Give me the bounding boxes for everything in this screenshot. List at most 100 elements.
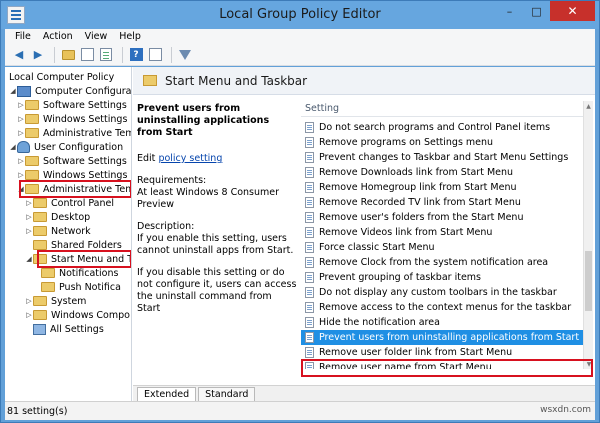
tree-item-desktop[interactable]: ▷ Desktop (25, 210, 90, 224)
menu-file[interactable]: File (9, 31, 37, 42)
folder-icon (33, 296, 47, 306)
collapse-icon[interactable]: ◢ (25, 255, 33, 263)
expand-icon[interactable]: ▷ (25, 311, 33, 319)
tree-item-network[interactable]: ▷ Network (25, 224, 91, 238)
forward-icon[interactable]: ▶ (30, 47, 46, 63)
menu-view[interactable]: View (79, 31, 114, 42)
tab-extended[interactable]: Extended (137, 387, 197, 401)
setting-row[interactable]: Remove Recorded TV link from Start Menu (301, 195, 583, 210)
scrollbar-thumb[interactable] (585, 251, 592, 311)
expand-icon[interactable]: ▷ (17, 115, 25, 123)
expand-icon[interactable]: ▷ (25, 213, 33, 221)
minimize-button[interactable]: – (496, 1, 523, 21)
tree-item-label: All Settings (50, 323, 104, 335)
close-button[interactable]: ✕ (550, 1, 595, 21)
menu-help[interactable]: Help (113, 31, 147, 42)
setting-row[interactable]: Remove user's folders from the Start Men… (301, 210, 583, 225)
setting-row[interactable]: Prevent changes to Taskbar and Start Men… (301, 150, 583, 165)
highlight-box (301, 359, 593, 377)
setting-row[interactable]: Remove Clock from the system notificatio… (301, 255, 583, 270)
expand-icon[interactable]: ▷ (17, 157, 25, 165)
tree-item-administrative-templates[interactable]: ▷ Administrative Temp (17, 126, 131, 140)
folder-icon (25, 128, 39, 138)
setting-row[interactable]: Remove user folder link from Start Menu (301, 345, 583, 360)
show-hide-tree-icon[interactable] (79, 47, 95, 63)
tree-item-software-settings[interactable]: ▷ Software Settings (17, 98, 127, 112)
folder-icon (25, 156, 39, 166)
tree-item-control-panel[interactable]: ▷ Control Panel (25, 196, 114, 210)
toolbar-divider (122, 46, 123, 63)
view-tabs: Extended Standard (133, 385, 595, 401)
folder-icon (33, 240, 47, 250)
maximize-button[interactable]: □ (523, 1, 550, 21)
scroll-up-icon[interactable]: ▲ (584, 101, 593, 111)
tree-item-windows-settings[interactable]: ▷ Windows Settings (17, 112, 127, 126)
tree-item-label: Desktop (51, 211, 91, 223)
setting-label: Prevent users from uninstalling applicat… (319, 332, 580, 343)
setting-row[interactable]: Remove Homegroup link from Start Menu (301, 180, 583, 195)
toolbar-divider (54, 46, 55, 63)
setting-row[interactable]: Remove programs on Settings menu (301, 135, 583, 150)
setting-row[interactable]: Do not search programs and Control Panel… (301, 120, 583, 135)
folder-up-icon[interactable] (60, 47, 76, 63)
vertical-scrollbar[interactable]: ▲ ▼ (583, 101, 593, 369)
setting-row[interactable]: Prevent users from uninstalling applicat… (301, 330, 583, 345)
requirements-label: Requirements: (137, 175, 207, 186)
user-icon (17, 141, 30, 153)
tree-item-all-settings[interactable]: All Settings (33, 322, 104, 336)
setting-label: Remove programs on Settings menu (319, 137, 494, 148)
tree-item-push-notifications[interactable]: Push Notifica (41, 280, 121, 294)
column-header-setting[interactable]: Setting (301, 101, 593, 117)
policy-title: Prevent users from uninstalling applicat… (137, 103, 270, 138)
details-header: Start Menu and Taskbar (133, 67, 595, 95)
navigation-tree[interactable]: Local Computer Policy ◢ Computer Configu… (5, 67, 132, 401)
setting-row[interactable]: Hide the notification area (301, 315, 583, 330)
policy-setting-icon (305, 317, 314, 328)
setting-row[interactable]: Remove Downloads link from Start Menu (301, 165, 583, 180)
tree-item-software-settings[interactable]: ▷ Software Settings (17, 154, 127, 168)
details-title: Start Menu and Taskbar (165, 73, 308, 88)
policy-setting-icon (305, 227, 314, 238)
filter-icon[interactable] (177, 47, 193, 63)
setting-row[interactable]: Do not display any custom toolbars in th… (301, 285, 583, 300)
expand-icon[interactable]: ▷ (25, 227, 33, 235)
window-controls: – □ ✕ (496, 1, 595, 21)
tree-item-notifications[interactable]: Notifications (41, 266, 118, 280)
tree-item-local-computer-policy[interactable]: Local Computer Policy (9, 70, 114, 84)
tree-item-computer-configuration[interactable]: ◢ Computer Configuration (9, 84, 131, 98)
expand-icon[interactable]: ▷ (25, 199, 33, 207)
edit-policy-link[interactable]: policy setting (158, 153, 222, 164)
folder-icon (25, 100, 39, 110)
tree-item-windows-components[interactable]: ▷ Windows Compo (25, 308, 130, 322)
menu-bar: File Action View Help (5, 29, 595, 44)
expand-icon[interactable]: ▷ (17, 171, 25, 179)
folder-icon (33, 212, 47, 222)
back-icon[interactable]: ◀ (11, 47, 27, 63)
setting-row[interactable]: Prevent grouping of taskbar items (301, 270, 583, 285)
expand-icon[interactable]: ▷ (25, 297, 33, 305)
tree-item-label: Software Settings (43, 99, 127, 111)
collapse-icon[interactable]: ◢ (9, 143, 17, 151)
all-settings-icon (33, 323, 46, 335)
menu-action[interactable]: Action (37, 31, 79, 42)
setting-label: Remove Videos link from Start Menu (319, 227, 493, 238)
properties-icon[interactable] (147, 47, 163, 63)
policy-setting-icon (305, 287, 314, 298)
title-bar[interactable]: Local Group Policy Editor – □ ✕ (1, 1, 599, 29)
tree-item-label: Network (51, 225, 91, 237)
help-icon[interactable]: ? (128, 47, 144, 63)
policy-setting-icon (305, 332, 314, 343)
toolbar-divider (171, 46, 172, 63)
setting-row[interactable]: Remove Videos link from Start Menu (301, 225, 583, 240)
expand-icon[interactable]: ▷ (17, 129, 25, 137)
tree-item-user-configuration[interactable]: ◢ User Configuration (9, 140, 123, 154)
tree-item-system[interactable]: ▷ System (25, 294, 86, 308)
setting-row[interactable]: Force classic Start Menu (301, 240, 583, 255)
expand-icon[interactable]: ▷ (17, 101, 25, 109)
tab-standard[interactable]: Standard (198, 387, 256, 401)
setting-row[interactable]: Remove access to the context menus for t… (301, 300, 583, 315)
description-label: Description: (137, 221, 195, 232)
settings-list[interactable]: Setting Do not search programs and Contr… (301, 101, 593, 369)
collapse-icon[interactable]: ◢ (9, 87, 17, 95)
export-list-icon[interactable] (98, 47, 114, 63)
